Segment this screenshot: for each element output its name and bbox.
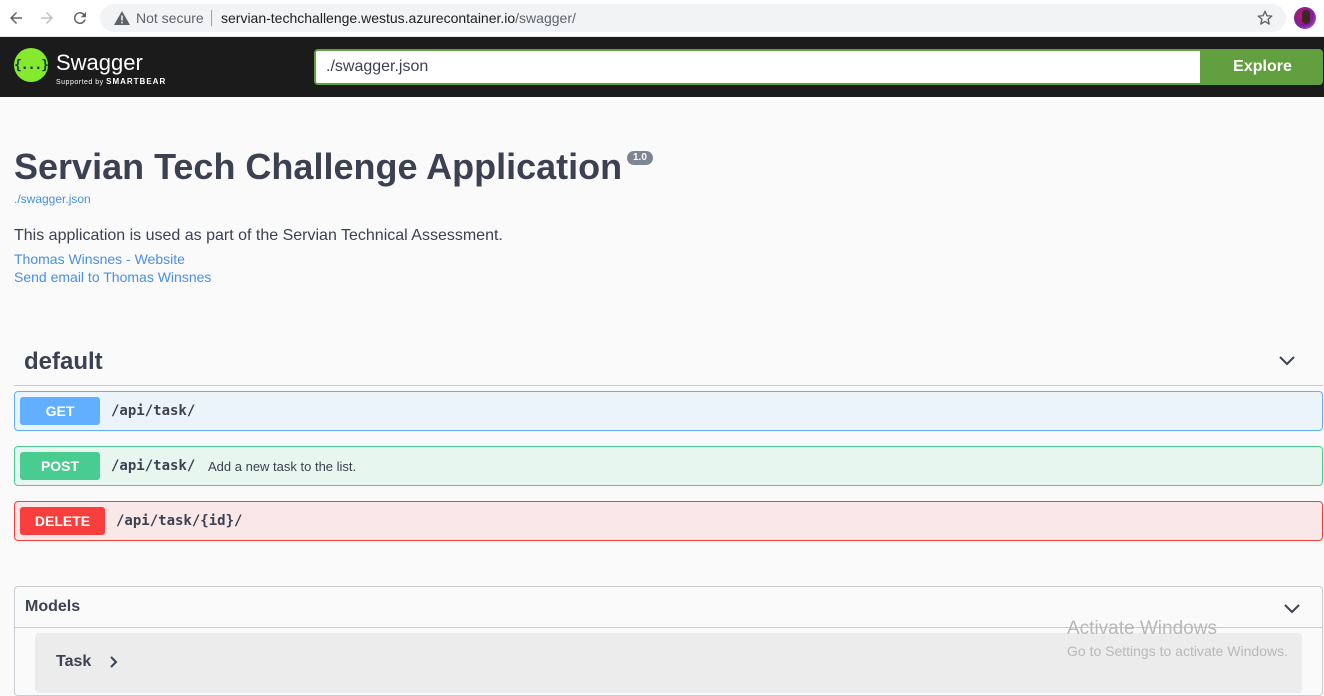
smartbear-label: SMARTBEAR [106,77,167,86]
activation-watermark-subtitle: Go to Settings to activate Windows. [1067,643,1288,659]
arrow-right-icon [41,12,53,24]
forward-button[interactable] [36,7,58,29]
page-title: Servian Tech Challenge Application [14,146,623,187]
tag-name: default [24,348,103,375]
security-status[interactable]: Not secure [136,10,204,26]
omnibox-divider [211,10,212,26]
operation-summary: Add a new task to the list. [208,459,357,474]
url-text[interactable]: servian-techchallenge.westus.azurecontai… [221,10,576,26]
swagger-brand[interactable]: Swagger [56,50,143,76]
operation-path: /api/task/{id}/ [116,513,243,529]
tag-section-default[interactable]: default [14,336,1323,386]
chevron-down-icon[interactable] [1282,598,1302,618]
spec-json-link[interactable]: ./swagger.json [14,192,91,206]
browser-toolbar: Not secure servian-techchallenge.westus.… [0,0,1324,37]
swagger-topbar: {...} Swagger Supported by SMARTBEAR Exp… [0,37,1324,97]
chevron-down-icon[interactable] [1277,350,1297,370]
spec-url-input[interactable] [314,49,1202,85]
models-title: Models [25,598,81,615]
warning-icon [114,11,130,25]
back-button[interactable] [5,7,27,29]
url-path: /swagger/ [515,10,576,26]
activation-watermark-title: Activate Windows [1067,618,1217,639]
method-badge: GET [20,397,100,425]
chevron-right-icon[interactable] [109,656,119,668]
bookmark-star-icon[interactable] [1256,9,1274,27]
swagger-supported-by: Supported by SMARTBEAR [56,77,166,86]
contact-website-link[interactable]: Thomas Winsnes - Website [14,251,185,267]
reload-button[interactable] [69,7,91,29]
contact-email-link[interactable]: Send email to Thomas Winsnes [14,269,211,285]
model-name: Task [56,653,92,670]
method-badge: DELETE [20,507,105,535]
models-section: Models Task [14,586,1323,696]
reload-icon [73,12,86,25]
supported-by-prefix: Supported by [56,79,104,86]
model-item-task[interactable]: Task [35,633,1302,693]
operation-post-task[interactable]: POST /api/task/ Add a new task to the li… [14,446,1323,486]
explore-button[interactable]: Explore [1202,49,1323,85]
operation-get-task[interactable]: GET /api/task/ [14,391,1323,431]
method-badge: POST [20,452,100,480]
profile-avatar[interactable] [1294,7,1316,29]
operation-path: /api/task/ [111,403,196,419]
api-description: This application is used as part of the … [14,227,503,244]
version-badge: 1.0 [627,151,653,165]
operation-path: /api/task/ [111,458,196,474]
address-bar[interactable]: Not secure servian-techchallenge.westus.… [100,4,1286,32]
operation-delete-task[interactable]: DELETE /api/task/{id}/ [14,501,1323,541]
swagger-logo-icon[interactable]: {...} [13,48,49,82]
arrow-left-icon [10,12,22,24]
swagger-logo-glyph: {...} [13,57,49,73]
url-host: servian-techchallenge.westus.azurecontai… [221,10,516,26]
